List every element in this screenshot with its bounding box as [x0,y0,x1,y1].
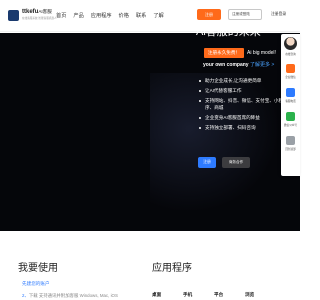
section-title-apps: 应用程序 [152,263,192,274]
feature-item: 企业变身AI客服首席的降益 [199,114,289,122]
phone-icon[interactable] [286,88,295,97]
agent-avatar[interactable] [284,37,297,50]
nav-item-pricing[interactable]: 价格 [119,12,129,19]
feature-item: 支持网站、抖音、微信、支付宝、小程序、商城 [199,97,289,112]
nav-item-apps[interactable]: 应用程序 [91,12,112,19]
side-label-phone[interactable]: 客服电话 [281,99,300,103]
download-step: 2、下载 支持通讯并附加客服 Windows, Mac, iOS [22,293,118,299]
hero-title: Ai客服的未来 [196,26,261,38]
platform-desktop[interactable]: 桌面 [152,292,183,298]
wecom-icon[interactable] [286,64,295,73]
feature-list: 助力企业成长,让沟通更简单 让AI代替客服工作 支持网站、抖音、微信、支付宝、小… [199,77,289,134]
logo-tagline: 在线客服系统·智能客服机器人 [22,17,57,20]
side-label-consult[interactable]: 在线咨询 [281,52,300,56]
platform-platform[interactable]: 平台 [214,292,245,298]
learn-more-link[interactable]: 了解更多 > [250,62,274,68]
login-register-button[interactable]: 注册或登陆 [228,9,262,20]
side-label-back-to-top[interactable]: 回到顶部 [281,147,300,151]
promo-row: 注册永久免费！ Ai big model! [200,48,288,60]
wechat-icon[interactable] [286,112,295,121]
business-cooperation-button[interactable]: 商务合作 [222,157,250,168]
nav-item-product[interactable]: 产品 [73,12,83,19]
feature-item: 让AI代替客服工作 [199,87,289,95]
promo-company-text: your own company [203,62,249,68]
feature-item: 助力企业成长,让沟通更简单 [199,77,289,85]
side-label-wecom[interactable]: 企业微信 [281,75,300,79]
login-link[interactable]: 注册登录 [271,12,286,17]
platform-browser[interactable]: 浏览 [245,292,276,298]
back-to-top-icon[interactable] [286,136,295,145]
download-link[interactable]: 下载 支持通讯并附加客服 Windows, Mac, iOS [29,293,118,298]
nav-item-about[interactable]: 了解 [153,12,163,19]
create-account-link[interactable]: 先建您的账户 [22,281,50,287]
free-register-badge[interactable]: 注册永久免费！ [204,48,244,58]
hero-register-button[interactable]: 注册 [198,157,216,168]
nav-item-contact[interactable]: 联系 [136,12,146,19]
register-button[interactable]: 注册 [197,9,221,20]
logo-text: ttkefuAI客服 [22,9,52,15]
nav-item-home[interactable]: 首页 [56,12,66,19]
main-nav: 首页 产品 应用程序 价格 联系 了解 [56,12,164,19]
logo[interactable]: ttkefuAI客服 在线客服系统·智能客服机器人 [8,9,57,23]
floating-side-panel: 在线咨询 企业微信 客服电话 微信公众号 回到顶部 [281,34,300,176]
feature-item: 支持独立部署、扫码咨询 [199,124,289,132]
logo-mark-icon [8,10,19,21]
section-title-use: 我要使用 [18,263,58,274]
step-number: 2、 [22,293,29,298]
platform-mobile[interactable]: 手机 [183,292,214,298]
promo-tail-text: Ai big model! [247,50,276,56]
platform-list: 桌面 手机 平台 浏览 [152,292,276,298]
side-label-official-account[interactable]: 微信公众号 [281,123,300,127]
promo-subline: your own company 了解更多 > [203,61,274,68]
